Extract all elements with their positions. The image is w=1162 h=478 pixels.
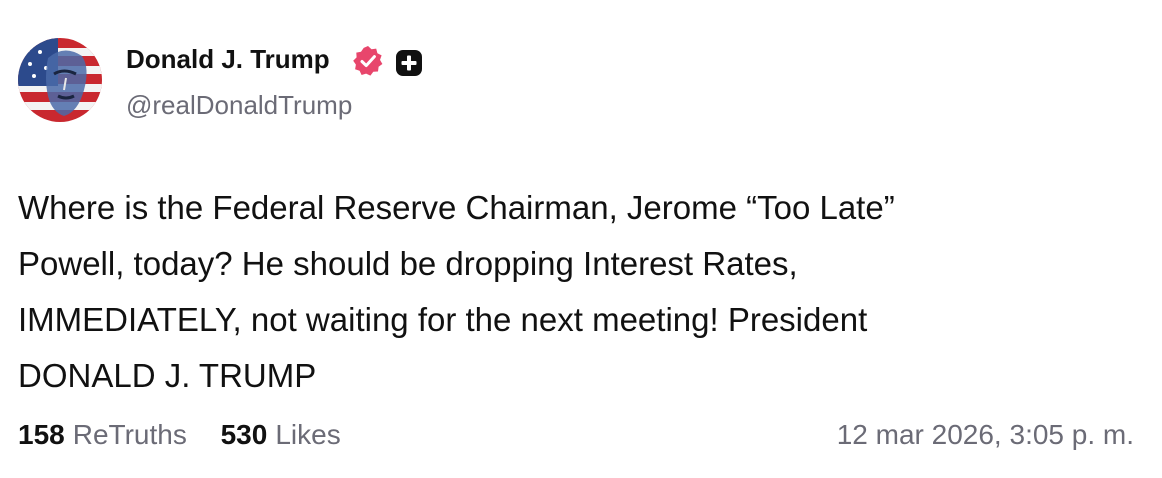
post-text-line: Powell, today? He should be dropping Int… <box>18 245 798 282</box>
truth-post: Donald J. Trump @realDonaldTrump Where i… <box>0 0 1162 478</box>
post-text-line: DONALD J. TRUMP <box>18 357 317 394</box>
plus-badge-icon <box>396 50 422 76</box>
retruths-count: 158 <box>18 419 65 450</box>
author-handle[interactable]: @realDonaldTrump <box>126 90 352 121</box>
post-text: Where is the Federal Reserve Chairman, J… <box>18 180 1138 404</box>
likes-label: Likes <box>275 419 341 450</box>
likes-stat[interactable]: 530 Likes <box>221 419 341 451</box>
retruths-stat[interactable]: 158 ReTruths <box>18 419 187 451</box>
post-timestamp[interactable]: 12 mar 2026, 3:05 p. m. <box>837 419 1134 451</box>
post-stats: 158 ReTruths 530 Likes <box>18 419 341 451</box>
verified-badge-icon <box>353 46 383 76</box>
likes-count: 530 <box>220 419 268 450</box>
post-text-line: Where is the Federal Reserve Chairman, J… <box>18 189 895 226</box>
avatar[interactable] <box>18 38 102 122</box>
retruths-label: ReTruths <box>72 419 187 450</box>
avatar-image <box>18 38 102 122</box>
post-text-line: IMMEDIATELY, not waiting for the next me… <box>18 301 868 338</box>
author-name[interactable]: Donald J. Trump <box>126 44 330 75</box>
